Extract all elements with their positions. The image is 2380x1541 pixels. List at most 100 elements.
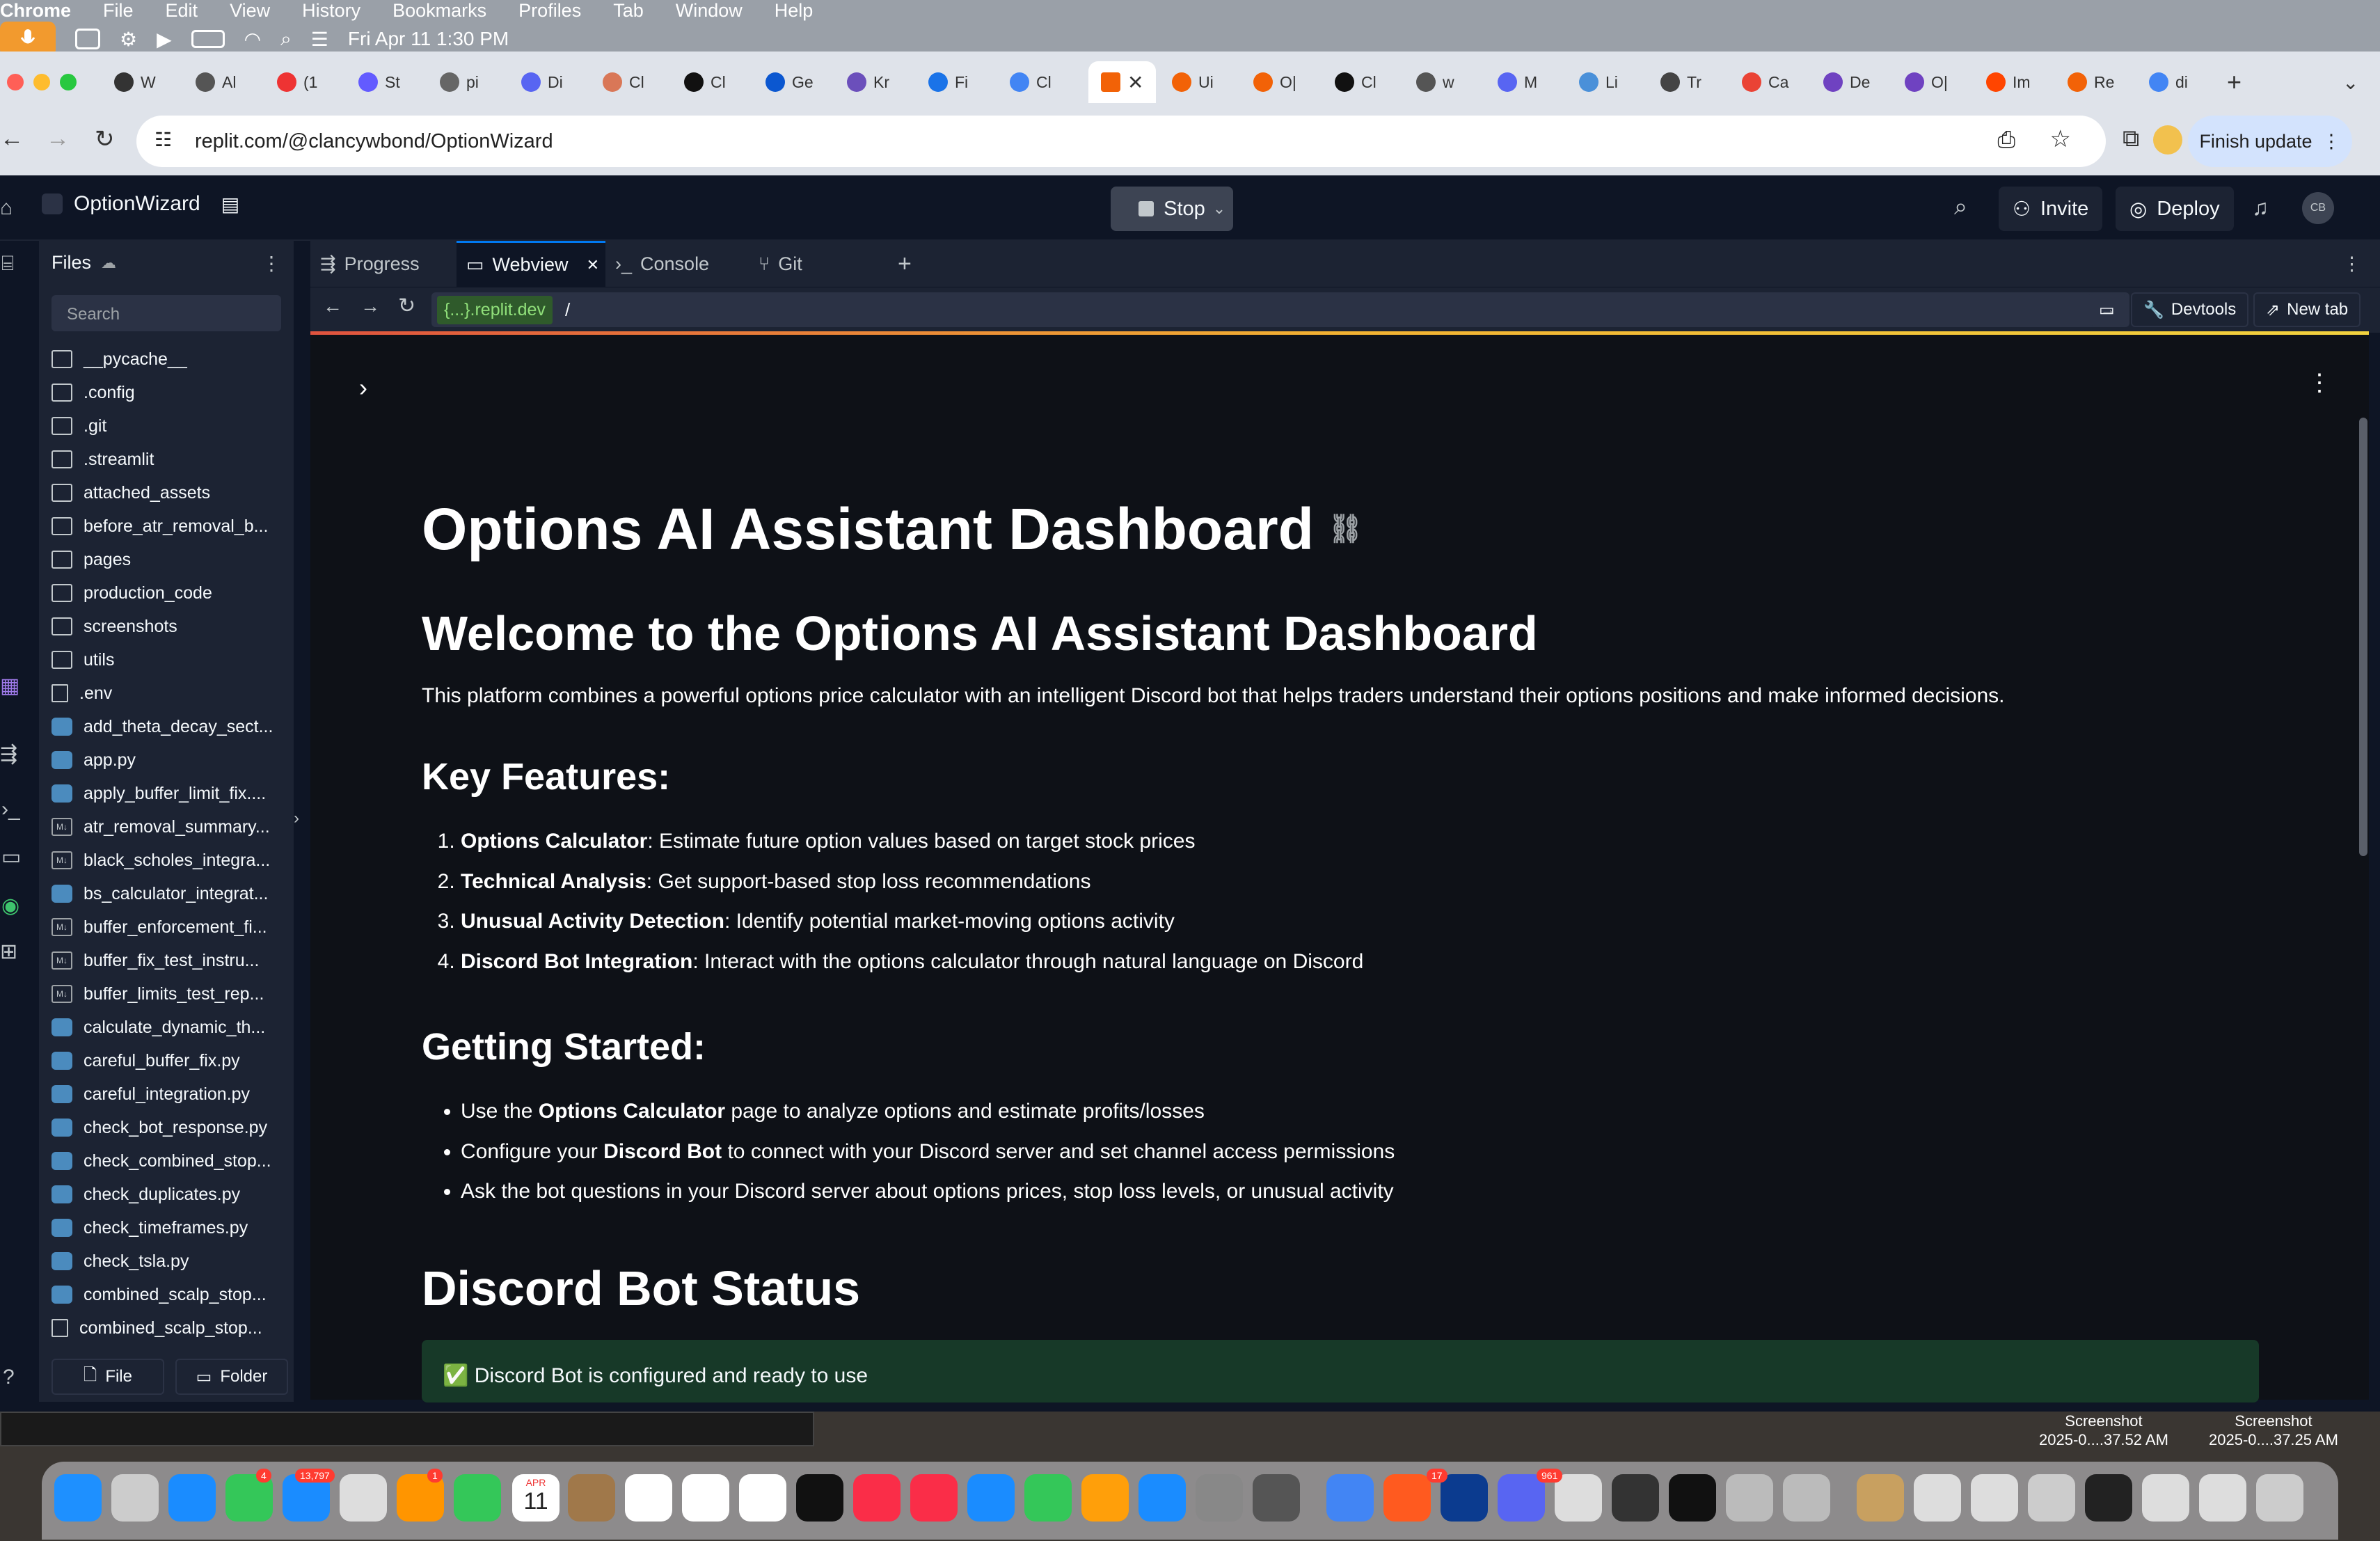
desktop-screenshot-file[interactable]: Screenshot 2025-0....37.52 AM — [2039, 1412, 2168, 1449]
dock-app-icon[interactable] — [454, 1474, 501, 1522]
anchor-link-icon[interactable]: ⛓ — [1328, 487, 1363, 571]
dock-app-icon[interactable] — [1441, 1474, 1488, 1522]
dock-app-icon[interactable] — [1669, 1474, 1716, 1522]
file-tree-item[interactable]: M↓ buffer_limits_test_rep... — [51, 977, 288, 1011]
search-icon[interactable]: ⌕ — [1954, 193, 1967, 221]
file-tree-item[interactable]: apply_buffer_limit_fix.... — [51, 777, 288, 810]
browser-tab[interactable]: M — [1498, 65, 1537, 99]
wifi-icon[interactable]: ◠ — [244, 28, 261, 51]
browser-tab[interactable]: Cl — [603, 65, 644, 99]
file-tree-item[interactable]: M↓ buffer_enforcement_fi... — [51, 910, 288, 944]
browser-tab[interactable]: Re — [2068, 65, 2114, 99]
browser-tab[interactable]: Ca — [1742, 65, 1788, 99]
pane-menu-icon[interactable]: ⋮ — [2333, 241, 2371, 287]
tab-search-chevron-icon[interactable]: ⌄ — [2342, 65, 2358, 99]
browser-tab[interactable]: w — [1416, 65, 1454, 99]
tray-icon[interactable] — [75, 29, 100, 49]
file-tree-item[interactable]: bs_calculator_integrat... — [51, 877, 288, 910]
dock-app-icon[interactable] — [1253, 1474, 1300, 1522]
dock-app-icon[interactable] — [1612, 1474, 1659, 1522]
file-tree-item[interactable]: check_combined_stop... — [51, 1144, 288, 1178]
file-tree-item[interactable]: calculate_dynamic_th... — [51, 1011, 288, 1044]
dock-app-icon[interactable] — [967, 1474, 1015, 1522]
file-tree-item[interactable]: M↓ buffer_fix_test_instru... — [51, 944, 288, 977]
notifications-bell-icon[interactable]: ♫ — [2252, 195, 2269, 221]
tab-webview[interactable]: ▭ Webview ✕ — [457, 241, 605, 287]
menu-tab[interactable]: Tab — [613, 0, 644, 22]
browser-tab[interactable]: Al — [196, 65, 236, 99]
browser-tab[interactable]: Li — [1579, 65, 1618, 99]
bookmark-star-icon[interactable]: ☆ — [2050, 125, 2071, 153]
webview-url-input[interactable]: {...}.replit.dev / → — [431, 292, 2129, 327]
minimize-window-button[interactable] — [33, 74, 50, 90]
browser-tab[interactable]: Kr — [847, 65, 889, 99]
site-info-icon[interactable]: ☷ — [154, 128, 172, 151]
browser-tab[interactable]: Cl — [1335, 65, 1377, 99]
dock-app-icon[interactable] — [54, 1474, 102, 1522]
browser-tab[interactable]: Tr — [1660, 65, 1701, 99]
user-avatar[interactable]: CB — [2302, 192, 2334, 224]
file-tree-item[interactable]: .env — [51, 677, 288, 710]
dock-app-icon[interactable] — [910, 1474, 958, 1522]
dock-app-icon[interactable] — [1971, 1474, 2018, 1522]
new-tab-icon[interactable]: + — [2227, 65, 2242, 99]
menu-profiles[interactable]: Profiles — [518, 0, 581, 22]
tab-active-replit[interactable]: ✕ — [1088, 61, 1157, 103]
dock-app-icon[interactable] — [1498, 1474, 1545, 1522]
sidebar-collapse-chevron-icon[interactable]: › — [294, 809, 299, 828]
help-icon[interactable]: ? — [3, 1366, 15, 1389]
dock-app-icon[interactable] — [568, 1474, 615, 1522]
add-tab-icon[interactable]: + — [888, 241, 921, 287]
agent-tool-icon[interactable]: ▦ — [0, 674, 19, 698]
menu-bookmarks[interactable]: Bookmarks — [392, 0, 486, 22]
browser-tab[interactable]: De — [1823, 65, 1870, 99]
device-preview-button[interactable]: ▭ — [2089, 292, 2125, 327]
progress-tool-icon[interactable]: ⇶ — [0, 742, 17, 766]
address-bar[interactable]: ☷ replit.com/@clancywbond/OptionWizard ⎙… — [136, 116, 2106, 167]
menu-app-name[interactable]: Chrome — [0, 0, 71, 22]
menu-window[interactable]: Window — [676, 0, 743, 22]
play-icon[interactable]: ▶ — [157, 28, 172, 51]
menu-view[interactable]: View — [230, 0, 270, 22]
dock-app-icon[interactable] — [1139, 1474, 1186, 1522]
dock-app-icon[interactable] — [2085, 1474, 2132, 1522]
maximize-window-button[interactable] — [60, 74, 77, 90]
dock-app-icon[interactable] — [1081, 1474, 1129, 1522]
dock-app-icon[interactable] — [1383, 1474, 1431, 1522]
tab-progress[interactable]: ⇶ Progress — [310, 241, 429, 287]
tab-console[interactable]: ›_ Console — [605, 241, 719, 287]
dock-app-icon[interactable] — [1726, 1474, 1773, 1522]
menubar-clock[interactable]: Fri Apr 11 1:30 PM — [348, 28, 509, 50]
file-tree-item[interactable]: check_bot_response.py — [51, 1111, 288, 1144]
files-search-input[interactable]: Search — [51, 295, 281, 331]
dock-app-icon[interactable] — [111, 1474, 159, 1522]
calendar-app-icon[interactable]: APR 11 — [512, 1474, 560, 1522]
dock-app-icon[interactable] — [1914, 1474, 1961, 1522]
dock-app-icon[interactable] — [739, 1474, 786, 1522]
browser-tab[interactable]: O| — [1905, 65, 1948, 99]
files-tool-icon[interactable]: ⌸ — [1, 252, 14, 276]
file-tree-item[interactable]: M↓ black_scholes_integra... — [51, 844, 288, 877]
file-tree-item[interactable]: combined_scalp_stop... — [51, 1278, 288, 1311]
browser-tab[interactable]: Cl — [1010, 65, 1052, 99]
forward-icon[interactable]: → — [46, 125, 70, 152]
dock-app-icon[interactable] — [1783, 1474, 1830, 1522]
profile-avatar[interactable] — [2153, 125, 2182, 155]
files-menu-icon[interactable]: ⋮ — [262, 252, 281, 275]
dock-app-icon[interactable] — [853, 1474, 901, 1522]
dock-app-icon[interactable] — [1857, 1474, 1904, 1522]
new-folder-button[interactable]: ▭ Folder — [175, 1359, 288, 1395]
file-tree-item[interactable]: careful_buffer_fix.py — [51, 1044, 288, 1077]
file-tree-item[interactable]: before_atr_removal_b... — [51, 509, 288, 543]
close-tab-icon[interactable]: ✕ — [1127, 71, 1143, 94]
webview-scrollbar[interactable] — [2359, 418, 2367, 856]
browser-tab[interactable]: (1 — [277, 65, 317, 99]
browser-tab[interactable]: W — [114, 65, 156, 99]
battery-icon[interactable] — [191, 30, 225, 48]
invite-button[interactable]: ⚇ Invite — [1999, 187, 2103, 231]
file-tree-item[interactable]: check_duplicates.py — [51, 1178, 288, 1211]
shell-tool-icon[interactable]: ›_ — [1, 798, 20, 821]
home-icon[interactable]: ⌂ — [0, 196, 13, 220]
dock-app-icon[interactable] — [796, 1474, 843, 1522]
browser-tab[interactable]: Im — [1986, 65, 2031, 99]
